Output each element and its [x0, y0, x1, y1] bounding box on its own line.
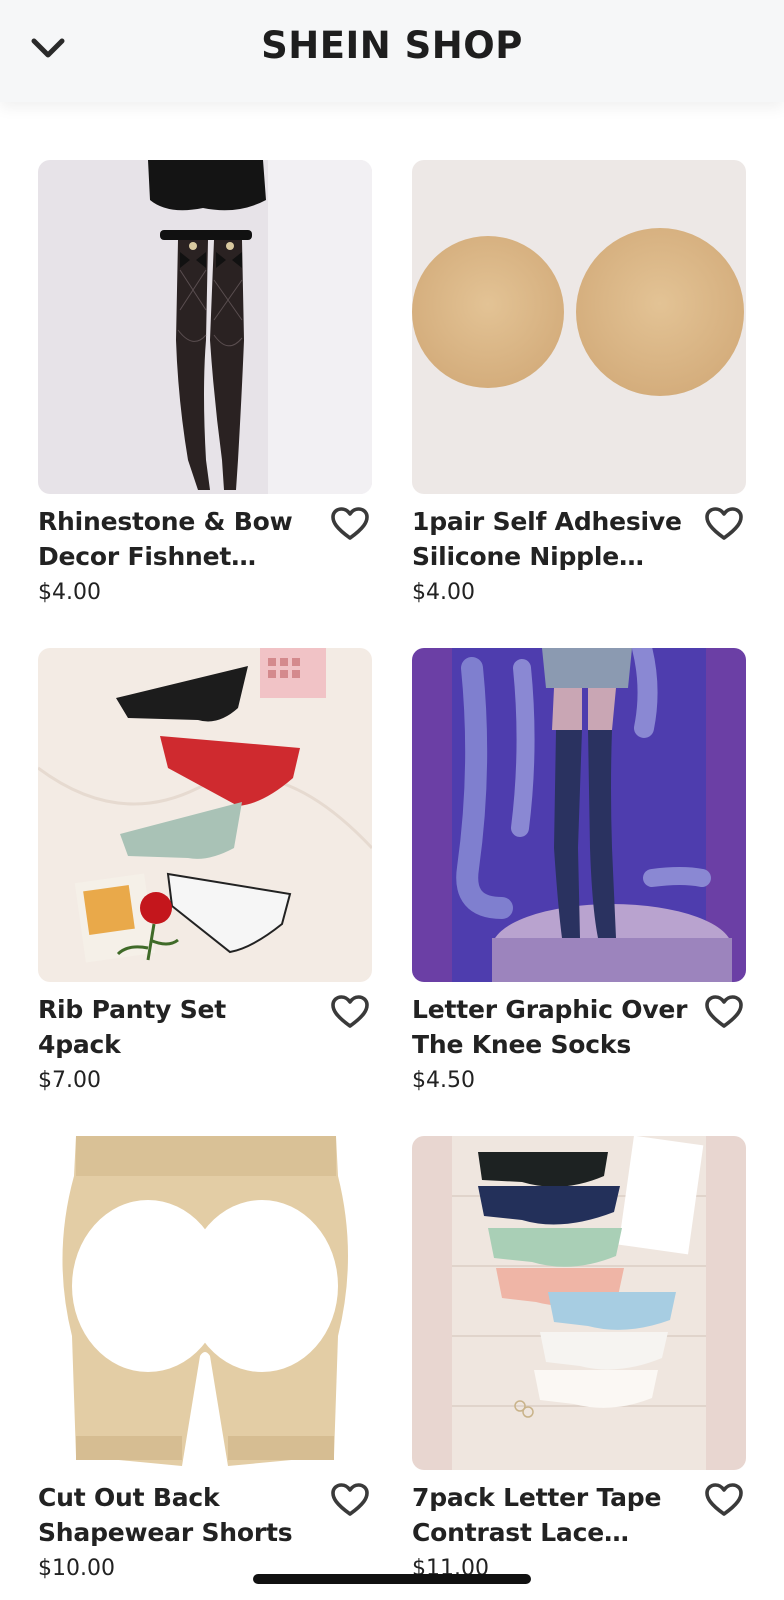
product-card[interactable]: Letter Graphic Over The Knee Socks $4.50	[412, 648, 746, 1136]
product-name: Rhinestone & Bow Decor Fishnet Over...	[38, 507, 293, 571]
product-name: 7pack Letter Tape Contrast Lace Panty	[412, 1483, 662, 1547]
product-price: $4.00	[38, 580, 101, 605]
product-image[interactable]	[38, 160, 372, 494]
product-image[interactable]	[412, 1136, 746, 1470]
heart-outline-icon	[705, 995, 743, 1028]
product-image[interactable]	[412, 648, 746, 982]
favorite-button[interactable]	[328, 1480, 372, 1520]
heart-outline-icon	[705, 507, 743, 540]
product-name: Rib Panty Set 4pack	[38, 995, 227, 1059]
product-name: Letter Graphic Over The Knee Socks	[412, 995, 688, 1059]
heart-outline-icon	[331, 995, 369, 1028]
favorite-button[interactable]	[328, 992, 372, 1032]
product-card[interactable]: Rhinestone & Bow Decor Fishnet Over... $…	[38, 160, 372, 648]
heart-outline-icon	[331, 1483, 369, 1516]
home-indicator[interactable]	[253, 1574, 531, 1584]
favorite-button[interactable]	[702, 992, 746, 1032]
top-bar: SHEIN SHOP	[0, 0, 784, 102]
product-image[interactable]	[412, 160, 746, 494]
product-card[interactable]: Rib Panty Set 4pack $7.00	[38, 648, 372, 1136]
product-price: $4.00	[412, 580, 475, 605]
product-grid: Rhinestone & Bow Decor Fishnet Over... $…	[38, 160, 746, 1600]
product-image[interactable]	[38, 1136, 372, 1470]
heart-outline-icon	[705, 1483, 743, 1516]
heart-outline-icon	[331, 507, 369, 540]
product-card[interactable]: 7pack Letter Tape Contrast Lace Panty $1…	[412, 1136, 746, 1600]
favorite-button[interactable]	[702, 1480, 746, 1520]
product-name: 1pair Self Adhesive Silicone Nipple Cove…	[412, 507, 682, 571]
product-card[interactable]: 1pair Self Adhesive Silicone Nipple Cove…	[412, 160, 746, 648]
product-image[interactable]	[38, 648, 372, 982]
page-title: SHEIN SHOP	[261, 24, 523, 67]
product-price: $7.00	[38, 1068, 101, 1093]
product-card[interactable]: Cut Out Back Shapewear Shorts $10.00	[38, 1136, 372, 1600]
product-price: $4.50	[412, 1068, 475, 1093]
favorite-button[interactable]	[328, 504, 372, 544]
product-name: Cut Out Back Shapewear Shorts	[38, 1483, 293, 1547]
favorite-button[interactable]	[702, 504, 746, 544]
